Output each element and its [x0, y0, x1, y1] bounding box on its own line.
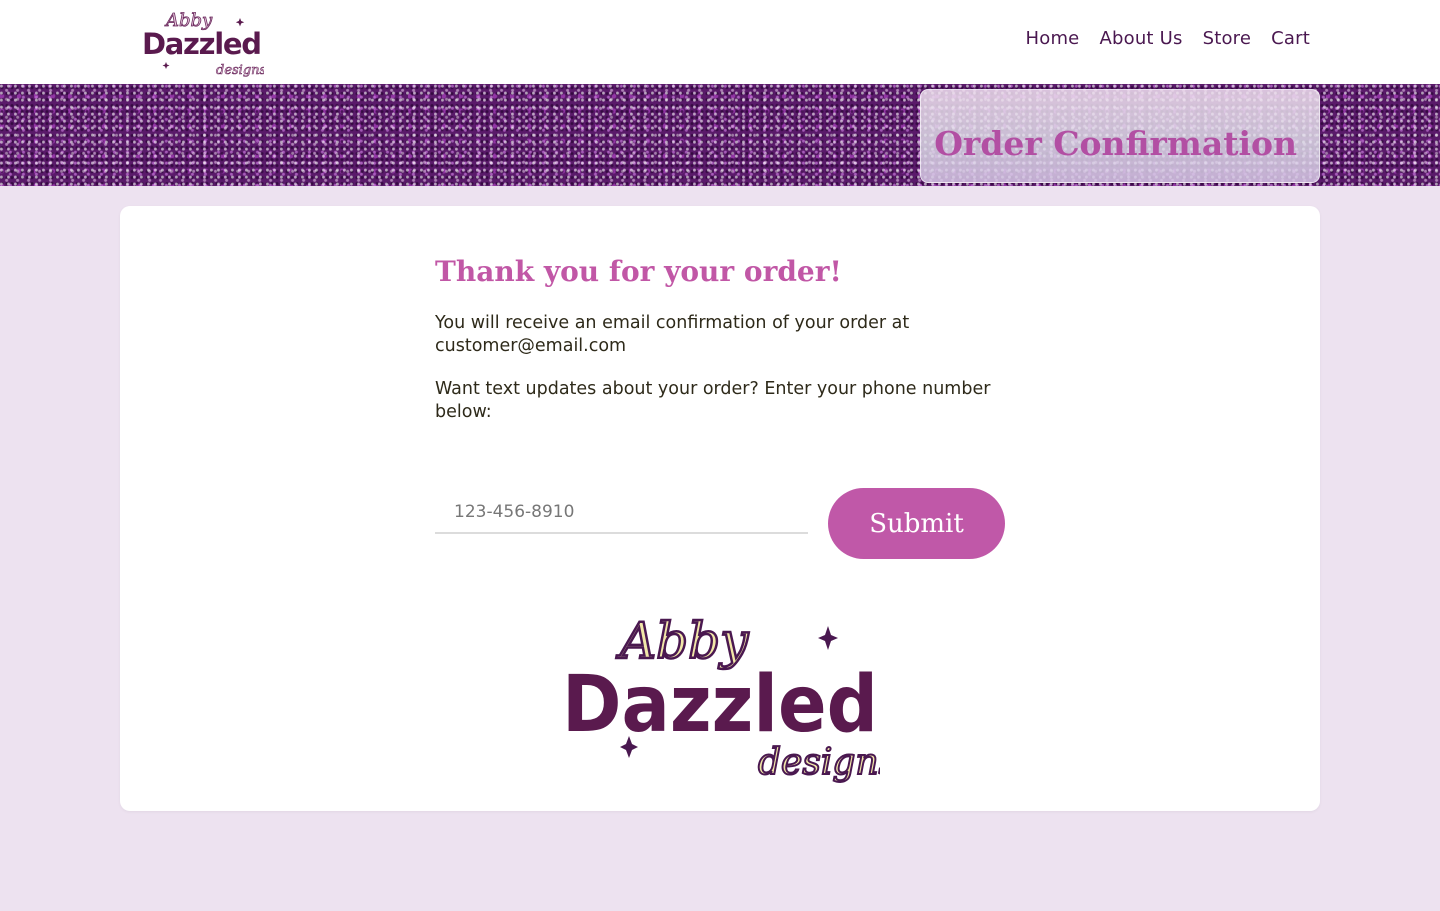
page-title: Order Confirmation: [934, 124, 1297, 163]
confirmation-card: Thank you for your order! You will recei…: [120, 206, 1320, 811]
sparkle-icon: [162, 62, 170, 69]
email-confirmation-text: You will receive an email confirmation o…: [435, 313, 910, 356]
submit-button[interactable]: Submit: [828, 488, 1005, 559]
footer-logo: Abby Dazzled designs: [562, 611, 880, 784]
footer-logo-line3: designs: [758, 742, 880, 783]
nav-about-us[interactable]: About Us: [1099, 28, 1182, 49]
sparkle-icon: [818, 626, 838, 650]
site-header: Abby Dazzled designs Home About Us Store…: [0, 0, 1440, 84]
banner-title-box: Order Confirmation: [920, 89, 1320, 183]
nav-store[interactable]: Store: [1203, 28, 1252, 49]
glitter-banner: Order Confirmation: [0, 84, 1440, 186]
header-logo[interactable]: Abby Dazzled designs: [140, 4, 264, 78]
nav-cart[interactable]: Cart: [1271, 28, 1310, 49]
header-logo-line3: designs: [216, 63, 264, 78]
main-nav: Home About Us Store Cart: [1026, 28, 1311, 49]
text-updates-prompt: Want text updates about your order? Ente…: [435, 379, 991, 422]
footer-logo-line2: Dazzled: [562, 660, 878, 750]
confirmation-content: Thank you for your order! You will recei…: [435, 254, 1005, 424]
thank-you-heading: Thank you for your order!: [435, 255, 842, 288]
phone-form: Submit: [435, 488, 1005, 560]
nav-home[interactable]: Home: [1026, 28, 1080, 49]
header-logo-line2: Dazzled: [142, 27, 262, 61]
phone-input[interactable]: [435, 492, 808, 534]
sparkle-icon: [235, 18, 245, 27]
